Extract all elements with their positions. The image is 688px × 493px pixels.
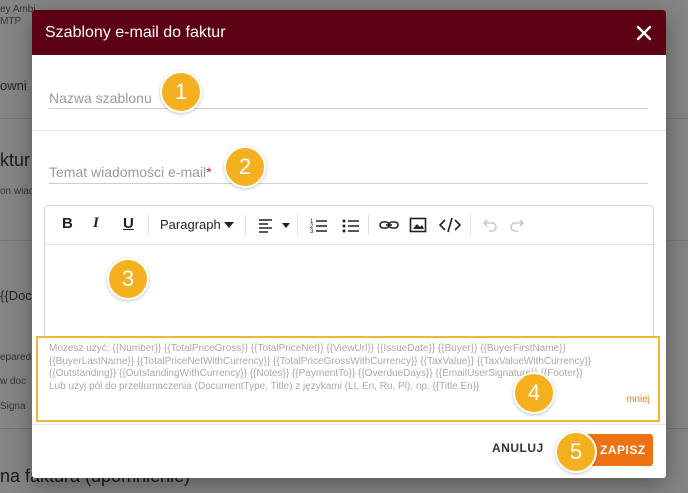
redo-icon[interactable] bbox=[509, 215, 527, 235]
required-marker: * bbox=[206, 164, 212, 180]
code-icon[interactable] bbox=[438, 215, 462, 235]
show-less-link[interactable]: mniej bbox=[626, 394, 650, 405]
undo-icon[interactable] bbox=[480, 215, 498, 235]
annotation-badge-5: 5 bbox=[555, 431, 597, 473]
email-template-dialog: Szablony e-mail do faktur Nazwa szablonu… bbox=[32, 10, 666, 478]
chevron-down-icon bbox=[224, 222, 234, 228]
close-icon[interactable] bbox=[632, 21, 656, 45]
link-icon[interactable] bbox=[379, 215, 399, 235]
annotation-badge-2: 2 bbox=[224, 146, 266, 188]
hint-line: {{Outstanding}} {{OutstandingWithCurrenc… bbox=[49, 368, 583, 380]
placeholder-hint-text: Możesz użyć: {{Number}} {{TotalPriceGros… bbox=[49, 343, 649, 393]
svg-text:3: 3 bbox=[310, 229, 314, 235]
placeholder-hint-box: Możesz użyć: {{Number}} {{TotalPriceGros… bbox=[36, 336, 660, 422]
italic-button[interactable]: I bbox=[93, 215, 99, 235]
dialog-title: Szablony e-mail do faktur bbox=[45, 24, 226, 41]
save-button-label: ZAPISZ bbox=[600, 443, 646, 457]
hint-line: {{BuyerLastName}} {{TotalPriceNetWithCur… bbox=[49, 355, 592, 367]
hint-line: Lub użyj pól do przetłumaczenia (Documen… bbox=[49, 380, 480, 392]
dialog-header: Szablony e-mail do faktur bbox=[32, 10, 666, 55]
email-subject-placeholder: Temat wiadomości e-mail* bbox=[49, 164, 212, 180]
annotation-badge-4: 4 bbox=[513, 372, 555, 414]
cancel-button[interactable]: ANULUJ bbox=[492, 441, 544, 455]
bold-button[interactable]: B bbox=[62, 215, 73, 235]
hint-line: Możesz użyć: {{Number}} {{TotalPriceGros… bbox=[49, 343, 566, 354]
ordered-list-icon[interactable]: 1 2 3 bbox=[310, 215, 328, 235]
underline-button[interactable]: U bbox=[123, 215, 134, 235]
bullet-list-icon[interactable] bbox=[342, 215, 360, 235]
annotation-badge-1: 1 bbox=[160, 71, 202, 113]
editor-toolbar: B I U Paragraph 1 2 3 bbox=[45, 206, 653, 245]
annotation-badge-3: 3 bbox=[107, 258, 149, 300]
image-icon[interactable] bbox=[409, 215, 427, 235]
template-name-placeholder: Nazwa szablonu bbox=[49, 90, 152, 106]
block-format-label: Paragraph bbox=[160, 217, 221, 232]
align-left-icon[interactable] bbox=[257, 215, 291, 235]
